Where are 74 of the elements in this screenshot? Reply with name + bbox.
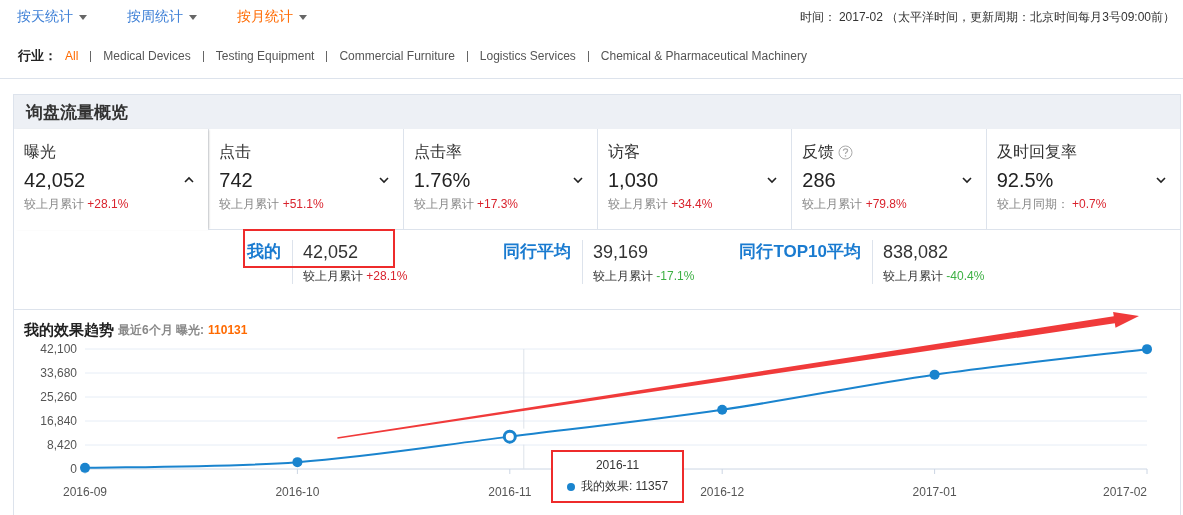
comparison-label: 我的 <box>246 241 282 263</box>
metric-card[interactable]: 访客 1,030 较上月累计 +34.4% <box>597 129 792 230</box>
industry-link[interactable]: Chemical & Pharmaceutical Machinery <box>600 48 807 63</box>
caret-down-icon[interactable] <box>959 175 974 185</box>
total-value: 110131 <box>208 323 248 337</box>
metric-value: 42,052 <box>24 169 87 193</box>
metric-value: 1,030 <box>608 169 660 193</box>
data-point <box>292 457 303 468</box>
period-tab[interactable]: 按周统计 <box>127 8 197 26</box>
comparison-value: 42,052 <box>303 241 360 264</box>
metric-value: 286 <box>802 169 837 193</box>
metric-card[interactable]: 及时回复率 92.5% 较上月同期： +0.7% <box>985 129 1180 230</box>
chart-subtitle: 最近6个月 曝光: <box>118 321 204 339</box>
y-tick-label: 33,680 <box>40 366 77 380</box>
x-tick-label: 2017-02 <box>1102 485 1147 499</box>
metric-label: 反馈 <box>802 141 835 162</box>
caret-icon <box>189 14 197 20</box>
caret-icon <box>79 14 87 20</box>
metric-change: 较上月累计 +79.8% <box>802 196 908 213</box>
data-point <box>717 404 728 415</box>
filter-label: 行业： <box>18 47 57 65</box>
caret-icon <box>299 14 307 20</box>
metric-card[interactable]: 点击率 1.76% 较上月累计 +17.3% <box>402 129 597 230</box>
caret-down-icon[interactable] <box>376 175 391 185</box>
comparison-value: 838,082 <box>883 241 950 264</box>
metric-label: 及时回复率 <box>996 141 1077 162</box>
metric-change: 较上月累计 +34.4% <box>608 196 714 213</box>
chart-title: 我的效果趋势 <box>24 320 114 340</box>
y-tick-label: 0 <box>70 462 77 476</box>
tooltip-value: 我的效果: 11357 <box>580 478 669 495</box>
x-tick-label: 2017-01 <box>912 485 957 499</box>
industry-link[interactable]: Medical Devices <box>103 48 191 63</box>
caret-down-icon[interactable] <box>571 175 585 185</box>
data-point <box>1142 344 1152 355</box>
comparison-change: 较上月累计 -17.1% <box>593 268 696 284</box>
data-point <box>80 462 90 473</box>
metric-card[interactable]: 点击 742 较上月累计 +51.1% <box>208 129 403 230</box>
x-tick-label: 2016-10 <box>275 485 320 499</box>
industry-link[interactable]: Commercial Furniture <box>339 48 455 63</box>
y-tick-label: 8,420 <box>46 438 77 452</box>
metric-card[interactable]: 反馈 286 较上月累计 +79.8% <box>791 129 986 230</box>
comparison-label: 同行平均 <box>502 241 572 263</box>
panel-title: 询盘流量概览 <box>14 95 1180 129</box>
x-tick-label: 2016-12 <box>700 485 745 499</box>
metric-value: 92.5% <box>996 169 1055 193</box>
comparison-change: 较上月累计 -40.4% <box>883 268 986 284</box>
metric-value: 742 <box>219 169 254 193</box>
tooltip-title: 2016-11 <box>595 458 640 472</box>
y-tick-label: 25,260 <box>40 390 77 404</box>
caret-down-icon[interactable] <box>1154 175 1168 185</box>
y-tick-label: 42,100 <box>40 342 77 356</box>
metric-label: 点击 <box>219 141 252 162</box>
update-info: 时间： 2017-02 （太平洋时间，更新周期：北京时间每月3号09:00前） <box>799 8 1175 26</box>
metric-label: 曝光 <box>24 141 56 162</box>
metric-value: 1.76% <box>413 169 472 193</box>
x-tick-label: 2016-11 <box>488 485 532 499</box>
metric-label: 点击率 <box>413 141 462 162</box>
metric-label: 访客 <box>608 141 640 162</box>
industry-link[interactable]: Logistics Services <box>479 48 576 63</box>
comparison-change: 较上月累计 +28.1% <box>303 268 409 284</box>
y-tick-label: 16,840 <box>40 414 77 428</box>
data-point <box>929 369 940 380</box>
metric-change: 较上月同期： +0.7% <box>996 196 1108 213</box>
metric-change: 较上月累计 +17.3% <box>413 196 520 213</box>
metric-card[interactable]: 曝光 42,052 较上月累计 +28.1% <box>14 129 209 230</box>
highlighted-point <box>502 429 517 444</box>
metric-change: 较上月累计 +28.1% <box>24 196 130 213</box>
caret-down-icon[interactable] <box>765 175 780 185</box>
industry-link[interactable]: Testing Equipment <box>215 48 315 63</box>
comparison-label: 同行TOP10平均 <box>738 241 862 263</box>
period-tab[interactable]: 按天统计 <box>17 8 87 26</box>
comparison-value: 39,169 <box>593 241 650 264</box>
x-tick-label: 2016-09 <box>63 485 107 499</box>
metric-change: 较上月累计 +51.1% <box>219 196 325 213</box>
